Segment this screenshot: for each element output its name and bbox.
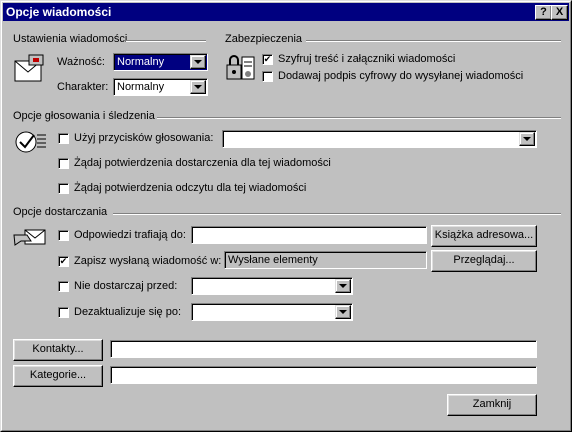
expires-dropdown-arrow-icon[interactable] <box>335 305 351 319</box>
title-bar[interactable]: Opcje wiadomości ? X <box>3 3 569 21</box>
voting-buttons-combo[interactable] <box>222 130 537 148</box>
read-receipt-checkbox[interactable] <box>58 183 69 194</box>
sensitivity-dropdown-arrow-icon[interactable] <box>190 80 206 94</box>
contacts-button[interactable]: Kontakty... <box>13 339 103 361</box>
importance-dropdown-arrow-icon[interactable] <box>190 55 206 69</box>
save-sent-folder-value: Wysłane elementy <box>228 254 318 266</box>
delivery-hand-icon <box>13 229 46 246</box>
settings-group-label: Ustawienia wiadomości <box>13 33 128 45</box>
digital-signature-label[interactable]: Dodawaj podpis cyfrowy do wysyłanej wiad… <box>278 70 523 82</box>
categories-button[interactable]: Kategorie... <box>13 365 103 387</box>
close-dialog-button[interactable]: Zamknij <box>447 394 537 416</box>
encrypt-checkbox[interactable] <box>262 54 273 65</box>
browse-button[interactable]: Przeglądaj... <box>431 250 537 272</box>
help-button[interactable]: ? <box>535 5 552 20</box>
delivery-receipt-label[interactable]: Żądaj potwierdzenia dostarczenia dla tej… <box>74 157 331 169</box>
replies-to-label[interactable]: Odpowiedzi trafiają do: <box>74 229 186 241</box>
do-not-deliver-checkbox[interactable] <box>58 281 69 292</box>
message-options-dialog: Opcje wiadomości ? X Ustawienia wiadomoś… <box>0 0 572 432</box>
delivery-group-label: Opcje dostarczania <box>13 206 108 218</box>
digital-signature-checkbox[interactable] <box>262 71 273 82</box>
window-title: Opcje wiadomości <box>6 5 112 19</box>
address-book-button[interactable]: Książka adresowa... <box>431 225 537 247</box>
lock-certificate-icon <box>226 55 255 80</box>
voting-divider <box>157 117 561 119</box>
importance-value: Normalny <box>117 56 165 68</box>
categories-input[interactable] <box>110 366 537 384</box>
security-group-label: Zabezpieczenia <box>225 33 303 45</box>
envelope-importance-icon <box>14 54 44 82</box>
do-not-deliver-label[interactable]: Nie dostarczaj przed: <box>74 280 177 292</box>
contacts-input[interactable] <box>110 340 537 358</box>
close-button[interactable]: X <box>551 5 568 20</box>
expires-checkbox[interactable] <box>58 307 69 318</box>
delivery-divider <box>113 213 561 215</box>
sensitivity-value: Normalny <box>117 81 165 93</box>
sensitivity-label: Charakter: <box>57 81 109 93</box>
do-not-deliver-dropdown-arrow-icon[interactable] <box>335 279 351 293</box>
save-sent-label[interactable]: Zapisz wysłaną wiadomość w: <box>74 255 221 267</box>
importance-label: Ważność: <box>57 56 105 68</box>
encrypt-label[interactable]: Szyfruj treść i załączniki wiadomości <box>278 53 455 65</box>
do-not-deliver-combo[interactable] <box>191 277 353 295</box>
replies-to-input[interactable] <box>191 226 427 244</box>
settings-divider <box>126 40 206 42</box>
security-divider <box>306 40 561 42</box>
expires-combo[interactable] <box>191 303 353 321</box>
save-sent-folder-field: Wysłane elementy <box>224 251 427 269</box>
replies-to-checkbox[interactable] <box>58 230 69 241</box>
read-receipt-label[interactable]: Żądaj potwierdzenia odczytu dla tej wiad… <box>74 182 306 194</box>
voting-buttons-checkbox[interactable] <box>58 133 69 144</box>
voting-group-label: Opcje głosowania i śledzenia <box>13 110 155 122</box>
delivery-receipt-checkbox[interactable] <box>58 158 69 169</box>
voting-buttons-dropdown-arrow-icon[interactable] <box>519 132 535 146</box>
save-sent-checkbox[interactable] <box>58 256 69 267</box>
voting-check-icon <box>15 131 46 153</box>
voting-buttons-label[interactable]: Użyj przycisków głosowania: <box>74 132 213 144</box>
expires-label[interactable]: Dezaktualizuje się po: <box>74 306 181 318</box>
